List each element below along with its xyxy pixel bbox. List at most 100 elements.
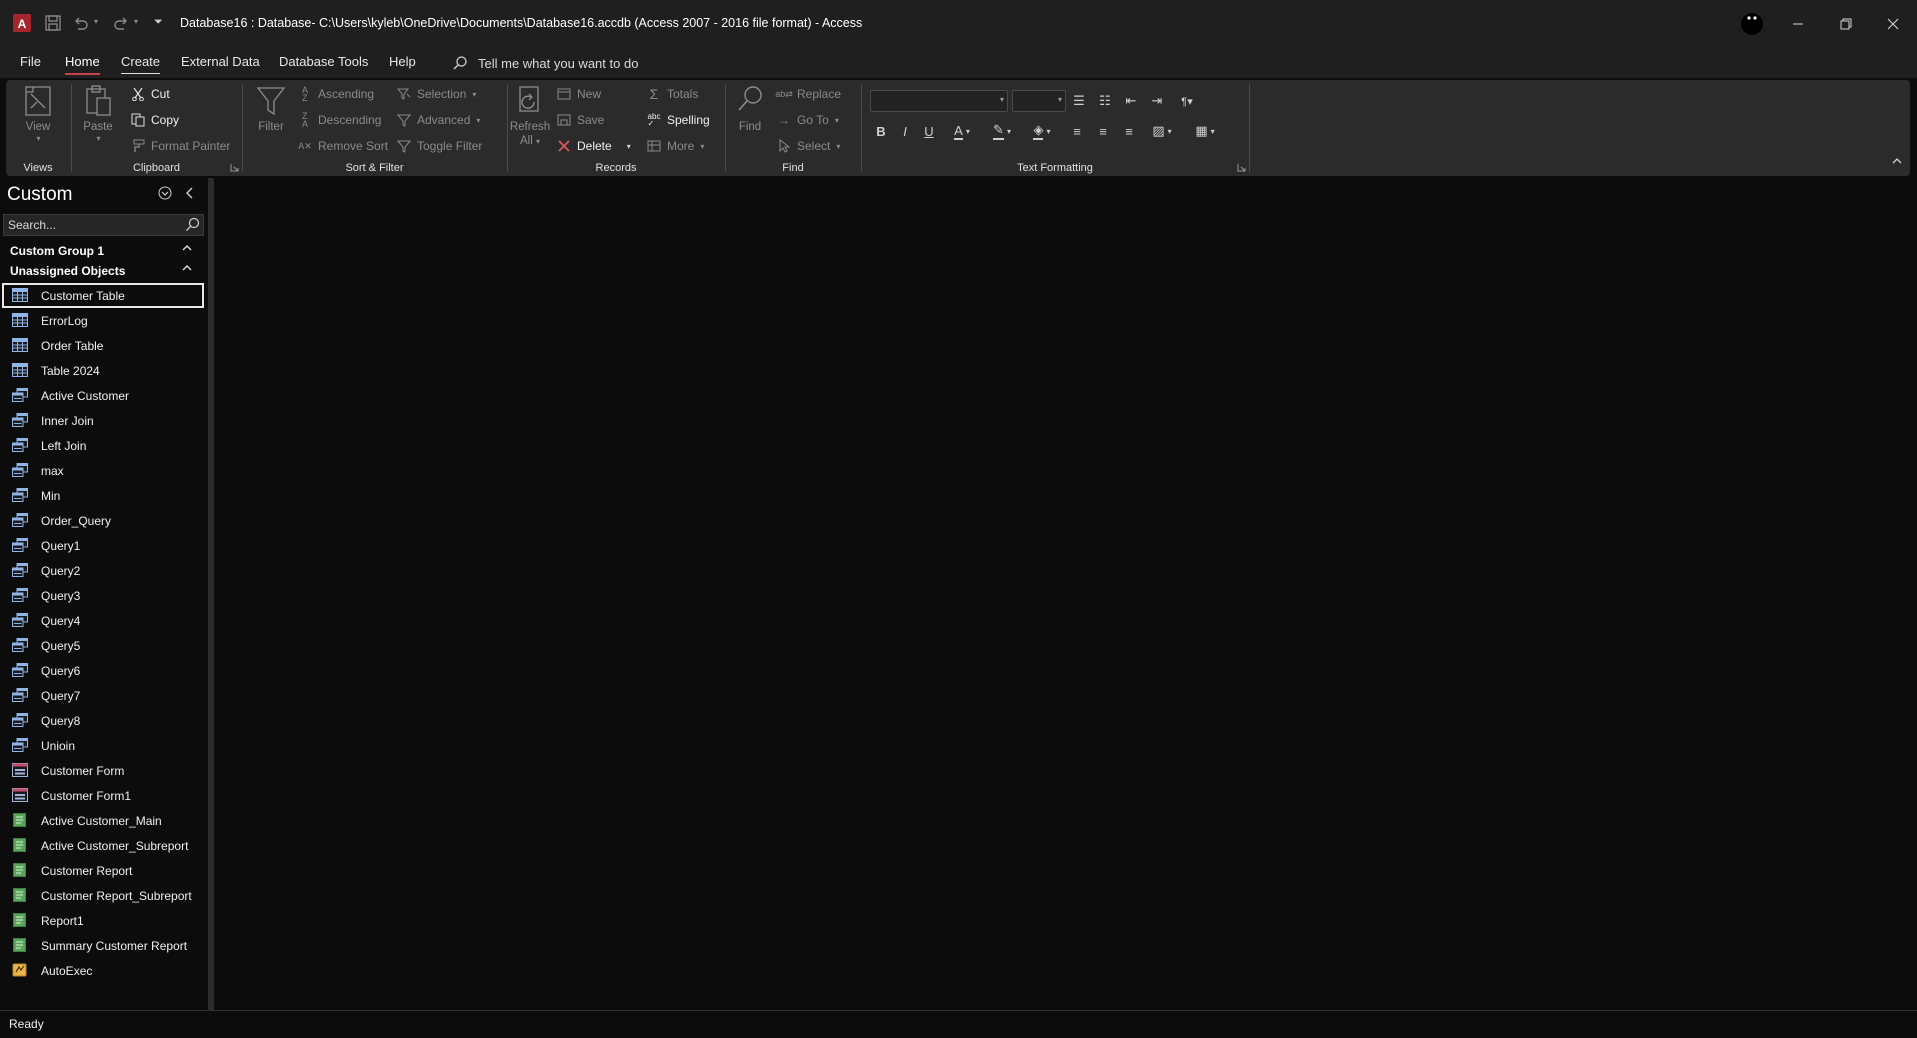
nav-item-table[interactable]: Customer Table	[2, 283, 204, 308]
nav-item-report[interactable]: Active Customer_Subreport	[2, 833, 204, 858]
tab-create[interactable]: Create	[121, 54, 161, 74]
tell-me-search[interactable]: Tell me what you want to do	[452, 55, 638, 71]
nav-item-report[interactable]: Customer Report_Subreport	[2, 883, 204, 908]
tab-home[interactable]: Home	[65, 54, 100, 75]
close-icon[interactable]	[1869, 0, 1917, 48]
nav-item-report[interactable]: Active Customer_Main	[2, 808, 204, 833]
chevron-up-icon[interactable]	[182, 244, 192, 252]
nav-options-icon[interactable]	[158, 186, 172, 200]
nav-item-query[interactable]: max	[2, 458, 204, 483]
remove-sort-button[interactable]: A✕ Remove Sort	[297, 135, 388, 157]
nav-item-query[interactable]: Query2	[2, 558, 204, 583]
nav-item-form[interactable]: Customer Form	[2, 758, 204, 783]
tab-help[interactable]: Help	[389, 54, 416, 73]
font-color-icon[interactable]: A ▾	[946, 120, 978, 142]
nav-item-query[interactable]: Unioin	[2, 733, 204, 758]
group-header-unassigned-objects[interactable]: Unassigned Objects	[10, 264, 125, 278]
chevron-up-icon[interactable]	[182, 264, 192, 272]
nav-item-query[interactable]: Min	[2, 483, 204, 508]
tab-external-data[interactable]: External Data	[181, 54, 260, 73]
cut-button[interactable]: Cut	[130, 83, 170, 105]
nav-item-query[interactable]: Active Customer	[2, 383, 204, 408]
filter-button[interactable]: Filter	[253, 84, 289, 134]
nav-item-query[interactable]: Query7	[2, 683, 204, 708]
account-avatar-icon[interactable]	[1740, 12, 1764, 36]
nav-item-query[interactable]: Order_Query	[2, 508, 204, 533]
nav-item-table[interactable]: Order Table	[2, 333, 204, 358]
tab-database-tools[interactable]: Database Tools	[279, 54, 368, 73]
ascending-button[interactable]: AZ Ascending	[297, 83, 374, 105]
descending-button[interactable]: ZA Descending	[297, 109, 381, 131]
background-fill-icon[interactable]: ◈ ▾	[1026, 120, 1058, 142]
highlight-icon[interactable]: ✎ ▾	[986, 120, 1018, 142]
align-left-icon[interactable]: ≡	[1066, 120, 1088, 142]
nav-item-query[interactable]: Query5	[2, 633, 204, 658]
spelling-button[interactable]: abc ✓ Spelling	[646, 109, 710, 131]
nav-item-query[interactable]: Query1	[2, 533, 204, 558]
select-button[interactable]: Select ▾	[776, 135, 840, 157]
new-record-button[interactable]: New	[556, 83, 601, 105]
nav-item-query[interactable]: Query3	[2, 583, 204, 608]
paste-button[interactable]: Paste ▾	[80, 84, 116, 143]
restore-icon[interactable]	[1822, 0, 1870, 48]
group-header-custom-group-1[interactable]: Custom Group 1	[10, 244, 104, 258]
nav-item-macro[interactable]: AutoExec	[2, 958, 204, 983]
totals-button[interactable]: Σ Totals	[646, 83, 699, 105]
numbering-icon[interactable]: ☷	[1094, 90, 1116, 112]
search-icon[interactable]	[185, 217, 200, 232]
font-name-combo[interactable]: ▾	[870, 90, 1008, 112]
access-logo-icon[interactable]: A	[12, 13, 32, 33]
selection-button[interactable]: Selection ▾	[396, 83, 476, 105]
align-right-icon[interactable]: ≡	[1118, 120, 1140, 142]
shutter-bar-close-icon[interactable]	[184, 186, 196, 200]
collapse-ribbon-icon[interactable]	[1892, 158, 1902, 164]
decrease-indent-icon[interactable]: ⇤	[1120, 90, 1142, 112]
bold-icon[interactable]: B	[870, 120, 892, 142]
nav-item-form[interactable]: Customer Form1	[2, 783, 204, 808]
nav-item-report[interactable]: Report1	[2, 908, 204, 933]
toggle-filter-button[interactable]: Toggle Filter	[396, 135, 482, 157]
more-button[interactable]: More ▾	[646, 135, 704, 157]
bullets-icon[interactable]: ☰	[1068, 90, 1090, 112]
tab-file[interactable]: File	[20, 54, 41, 73]
save-record-button[interactable]: Save	[556, 109, 604, 131]
font-size-combo[interactable]: ▾	[1012, 90, 1066, 112]
nav-item-table[interactable]: ErrorLog	[2, 308, 204, 333]
underline-icon[interactable]: U	[918, 120, 940, 142]
redo-dropdown-icon[interactable]: ▾	[134, 17, 154, 37]
nav-search-input[interactable]	[8, 215, 178, 235]
dialog-launcher-icon[interactable]	[1237, 163, 1246, 172]
format-painter-button[interactable]: Format Painter	[130, 135, 230, 157]
paragraph-direction-icon[interactable]: ¶▾	[1176, 90, 1198, 112]
alternate-row-color-icon[interactable]: ▨ ▾	[1146, 120, 1178, 142]
find-button[interactable]: Find	[732, 84, 768, 134]
replace-button[interactable]: ab⇄ Replace	[775, 83, 841, 105]
nav-item-report[interactable]: Summary Customer Report	[2, 933, 204, 958]
undo-icon[interactable]	[72, 14, 92, 34]
undo-dropdown-icon[interactable]: ▾	[94, 17, 114, 37]
save-icon[interactable]	[44, 14, 64, 34]
gridlines-icon[interactable]: ▦ ▾	[1188, 120, 1222, 142]
view-button[interactable]: View ▾	[20, 84, 56, 143]
nav-item-query[interactable]: Inner Join	[2, 408, 204, 433]
minimize-icon[interactable]	[1774, 0, 1822, 48]
italic-icon[interactable]: I	[894, 120, 916, 142]
nav-item-report[interactable]: Customer Report	[2, 858, 204, 883]
customize-toolbar-icon[interactable]: ⏷	[154, 16, 174, 36]
redo-icon[interactable]	[112, 14, 132, 34]
nav-item-query[interactable]: Query6	[2, 658, 204, 683]
nav-item-table[interactable]: Table 2024	[2, 358, 204, 383]
advanced-button[interactable]: Advanced ▾	[396, 109, 480, 131]
go-to-button[interactable]: → Go To ▾	[776, 109, 839, 131]
chevron-down-icon[interactable]: ▾	[627, 142, 631, 151]
nav-item-query[interactable]: Query8	[2, 708, 204, 733]
delete-button[interactable]: Delete ▾	[556, 135, 631, 157]
nav-item-query[interactable]: Query4	[2, 608, 204, 633]
refresh-all-button[interactable]: Refresh All ▾	[510, 84, 550, 149]
dialog-launcher-icon[interactable]	[230, 163, 239, 172]
align-center-icon[interactable]: ≡	[1092, 120, 1114, 142]
nav-search-box[interactable]	[3, 214, 204, 236]
copy-button[interactable]: Copy	[130, 109, 179, 131]
nav-item-query[interactable]: Left Join	[2, 433, 204, 458]
increase-indent-icon[interactable]: ⇥	[1146, 90, 1168, 112]
